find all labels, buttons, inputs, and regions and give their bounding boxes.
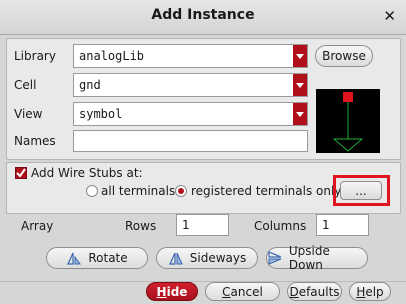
sideways-button[interactable]: Sideways xyxy=(156,247,258,269)
view-combo[interactable]: symbol xyxy=(73,102,308,126)
upside-down-button[interactable]: Upside Down xyxy=(266,244,368,272)
view-value: symbol xyxy=(79,107,123,121)
array-label: Array xyxy=(21,219,54,233)
view-label: View xyxy=(14,107,43,121)
all-terminals-label: all terminals xyxy=(101,184,176,198)
cell-label: Cell xyxy=(14,78,37,92)
hide-button[interactable]: Hide xyxy=(146,282,198,301)
upside-down-icon xyxy=(268,251,282,265)
defaults-label: Defaults xyxy=(289,284,340,299)
library-combo[interactable]: analogLib xyxy=(73,44,308,68)
symbol-preview xyxy=(316,89,380,153)
more-options-label: ... xyxy=(355,183,367,198)
browse-button[interactable]: Browse xyxy=(315,45,373,67)
names-field[interactable] xyxy=(73,130,308,152)
hide-label: Hide xyxy=(156,284,188,299)
cell-combo[interactable]: gnd xyxy=(73,73,308,97)
chevron-down-icon[interactable] xyxy=(293,45,307,67)
close-icon[interactable]: ✕ xyxy=(383,7,396,25)
columns-label: Columns xyxy=(254,219,307,233)
defaults-button[interactable]: Defaults xyxy=(287,282,342,301)
rows-value: 1 xyxy=(182,218,190,232)
sideways-icon xyxy=(168,252,183,265)
chevron-down-icon[interactable] xyxy=(293,103,307,125)
registered-terminals-label: registered terminals only xyxy=(191,184,342,198)
library-value: analogLib xyxy=(79,49,145,63)
cell-value: gnd xyxy=(79,78,101,92)
help-label: Help xyxy=(356,284,384,299)
columns-value: 1 xyxy=(322,218,330,232)
rows-field[interactable]: 1 xyxy=(176,214,229,236)
sideways-label: Sideways xyxy=(189,251,247,265)
chevron-down-icon[interactable] xyxy=(293,74,307,96)
columns-field[interactable]: 1 xyxy=(316,214,369,236)
upside-down-label: Upside Down xyxy=(288,244,330,272)
footer-divider xyxy=(0,281,406,282)
library-label: Library xyxy=(14,49,56,63)
window-title: Add Instance xyxy=(151,7,255,23)
browse-label: Browse xyxy=(322,49,366,63)
add-wire-stubs-label: Add Wire Stubs at: xyxy=(31,166,143,180)
rotate-label: Rotate xyxy=(88,251,128,265)
rows-label: Rows xyxy=(125,219,157,233)
rotate-icon xyxy=(67,252,82,265)
registered-terminals-radio[interactable] xyxy=(175,185,187,197)
help-button[interactable]: Help xyxy=(349,282,391,301)
add-wire-stubs-checkbox[interactable] xyxy=(15,167,27,179)
title-bar: Add Instance ✕ xyxy=(0,0,406,35)
ground-symbol-icon xyxy=(332,92,364,152)
rotate-button[interactable]: Rotate xyxy=(46,247,148,269)
check-icon xyxy=(16,168,26,178)
all-terminals-radio[interactable] xyxy=(86,185,98,197)
more-options-button[interactable]: ... xyxy=(340,181,382,200)
cancel-button[interactable]: Cancel xyxy=(205,282,280,301)
names-label: Names xyxy=(14,134,56,148)
cancel-label: Cancel xyxy=(222,284,263,299)
